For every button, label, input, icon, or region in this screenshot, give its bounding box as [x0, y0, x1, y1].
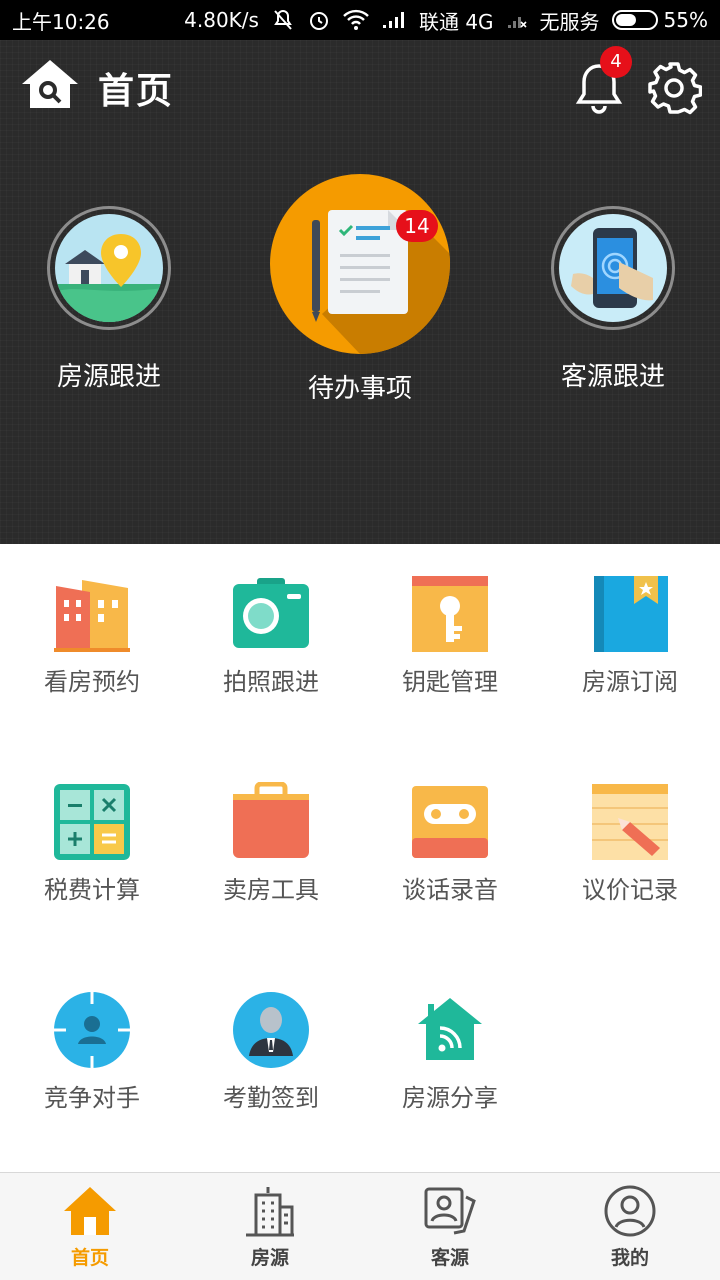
tool-viewing-appointment[interactable]: 看房预约 — [2, 574, 182, 697]
tool-photo-followup[interactable]: 拍照跟进 — [181, 574, 361, 697]
key-icon — [410, 574, 490, 654]
tool-label: 钥匙管理 — [402, 668, 498, 696]
carrier: 联通 4G — [418, 9, 494, 34]
businessman-icon — [231, 990, 311, 1070]
tool-tax-calculator[interactable]: 税费计算 — [2, 782, 182, 905]
notepad-pencil-icon — [590, 782, 670, 862]
status-time: 上午10:26 — [12, 9, 110, 34]
mute-icon — [271, 8, 295, 32]
todo-badge: 14 — [396, 210, 438, 242]
signal-icon — [381, 10, 407, 30]
calculator-icon — [52, 782, 132, 862]
feature-client-followup[interactable]: 客源跟进 — [548, 206, 678, 393]
tool-attendance-checkin[interactable]: 考勤签到 — [181, 990, 361, 1113]
nav-properties[interactable]: 房源 — [180, 1173, 360, 1280]
nav-label: 我的 — [610, 1247, 649, 1269]
tool-label: 看房预约 — [44, 668, 140, 696]
tool-conversation-recording[interactable]: 谈话录音 — [360, 782, 540, 905]
feature-todo[interactable]: 待办事项 — [256, 174, 464, 405]
home-icon — [62, 1183, 118, 1239]
buildings-icon — [52, 574, 132, 654]
cassette-icon — [410, 782, 490, 862]
feature-label: 客源跟进 — [560, 362, 665, 392]
tool-label: 房源订阅 — [582, 668, 678, 696]
tool-property-subscription[interactable]: 房源订阅 — [540, 574, 720, 697]
property-location-icon — [55, 214, 163, 322]
feature-label: 待办事项 — [307, 374, 412, 404]
second-sim-status: 无服务 — [539, 9, 600, 34]
tool-label: 谈话录音 — [402, 876, 498, 904]
tool-label: 税费计算 — [44, 876, 140, 904]
house-share-icon — [410, 990, 490, 1070]
todo-document-icon — [270, 174, 450, 354]
wifi-icon — [343, 9, 369, 31]
bottom-navigation: 首页 房源 客源 我的 — [0, 1172, 720, 1280]
nav-mine[interactable]: 我的 — [540, 1173, 720, 1280]
briefcase-icon — [231, 781, 311, 862]
feature-property-followup[interactable]: 房源跟进 — [44, 206, 174, 393]
contact-card-icon — [422, 1183, 478, 1239]
user-circle-icon — [602, 1183, 658, 1239]
tool-key-management[interactable]: 钥匙管理 — [360, 574, 540, 697]
battery-percent: 55% — [663, 8, 708, 32]
tool-property-share[interactable]: 房源分享 — [360, 990, 540, 1113]
notification-badge: 4 — [600, 46, 632, 78]
tool-label: 拍照跟进 — [223, 668, 319, 696]
feature-label: 房源跟进 — [56, 362, 161, 392]
nav-home[interactable]: 首页 — [0, 1173, 180, 1280]
phone-touch-icon — [559, 214, 667, 322]
battery-icon — [611, 10, 658, 30]
net-speed: 4.80K/s — [184, 8, 259, 32]
alarm-icon — [307, 8, 331, 32]
tool-bargaining-record[interactable]: 议价记录 — [540, 782, 720, 905]
page-title: 首页 — [98, 71, 175, 112]
nav-label: 首页 — [70, 1247, 109, 1269]
nav-label: 客源 — [430, 1247, 469, 1269]
tool-label: 房源分享 — [402, 1084, 498, 1112]
building-icon — [242, 1183, 298, 1239]
status-bar: 上午10:26 4.80K/s 联通 4G 无服务 55% — [0, 0, 720, 40]
tool-label: 考勤签到 — [223, 1084, 319, 1112]
target-person-icon — [52, 990, 132, 1070]
home-logo-icon — [20, 56, 80, 112]
tool-label: 竞争对手 — [44, 1084, 140, 1112]
no-signal-icon — [506, 10, 528, 30]
camera-icon — [231, 574, 311, 654]
settings-gear-icon[interactable] — [646, 60, 703, 116]
tool-label: 卖房工具 — [223, 876, 319, 904]
tool-competitors[interactable]: 竞争对手 — [2, 990, 182, 1113]
tool-label: 议价记录 — [582, 876, 678, 904]
bookmark-book-icon — [590, 574, 670, 654]
tool-selling-tools[interactable]: 卖房工具 — [181, 781, 361, 905]
battery-indicator: 55% — [611, 8, 708, 32]
nav-label: 房源 — [250, 1247, 289, 1269]
nav-clients[interactable]: 客源 — [360, 1173, 540, 1280]
